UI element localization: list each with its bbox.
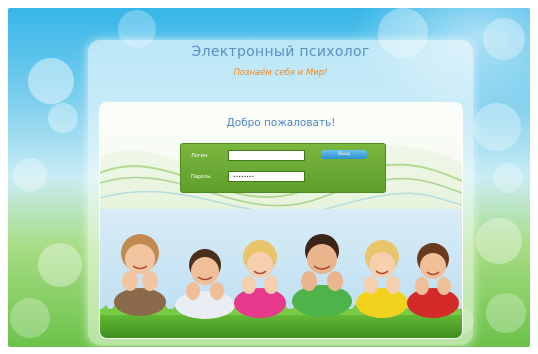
bokeh-circle (10, 298, 50, 338)
login-label: Логин: (191, 153, 209, 159)
main-panel: Электронный психолог Познаём себя и Мир!… (88, 40, 473, 345)
bokeh-circle (476, 218, 522, 264)
bokeh-circle (493, 163, 523, 193)
bokeh-circle (48, 103, 78, 133)
site-tagline: Познаём себя и Мир! (233, 68, 328, 78)
password-label: Пароль: (191, 174, 212, 180)
bokeh-circle (473, 103, 521, 151)
content-box: Добро пожаловать! Логин: Пароль: •••••••… (99, 102, 463, 339)
login-button[interactable]: Вход (321, 150, 367, 159)
bokeh-circle (38, 243, 82, 287)
welcome-heading: Добро пожаловать! (226, 117, 336, 129)
bokeh-circle (13, 158, 47, 192)
page-background: Электронный психолог Познаём себя и Мир!… (8, 8, 530, 347)
login-input[interactable] (228, 150, 305, 161)
password-input[interactable]: •••••••• (228, 171, 305, 182)
bokeh-circle (28, 58, 74, 104)
bokeh-circle (483, 18, 525, 60)
site-title: Электронный психолог (191, 44, 370, 60)
bokeh-circle (486, 293, 526, 333)
login-form: Логин: Пароль: •••••••• Вход (180, 143, 386, 193)
children-lying-on-grass-photo (100, 209, 462, 338)
